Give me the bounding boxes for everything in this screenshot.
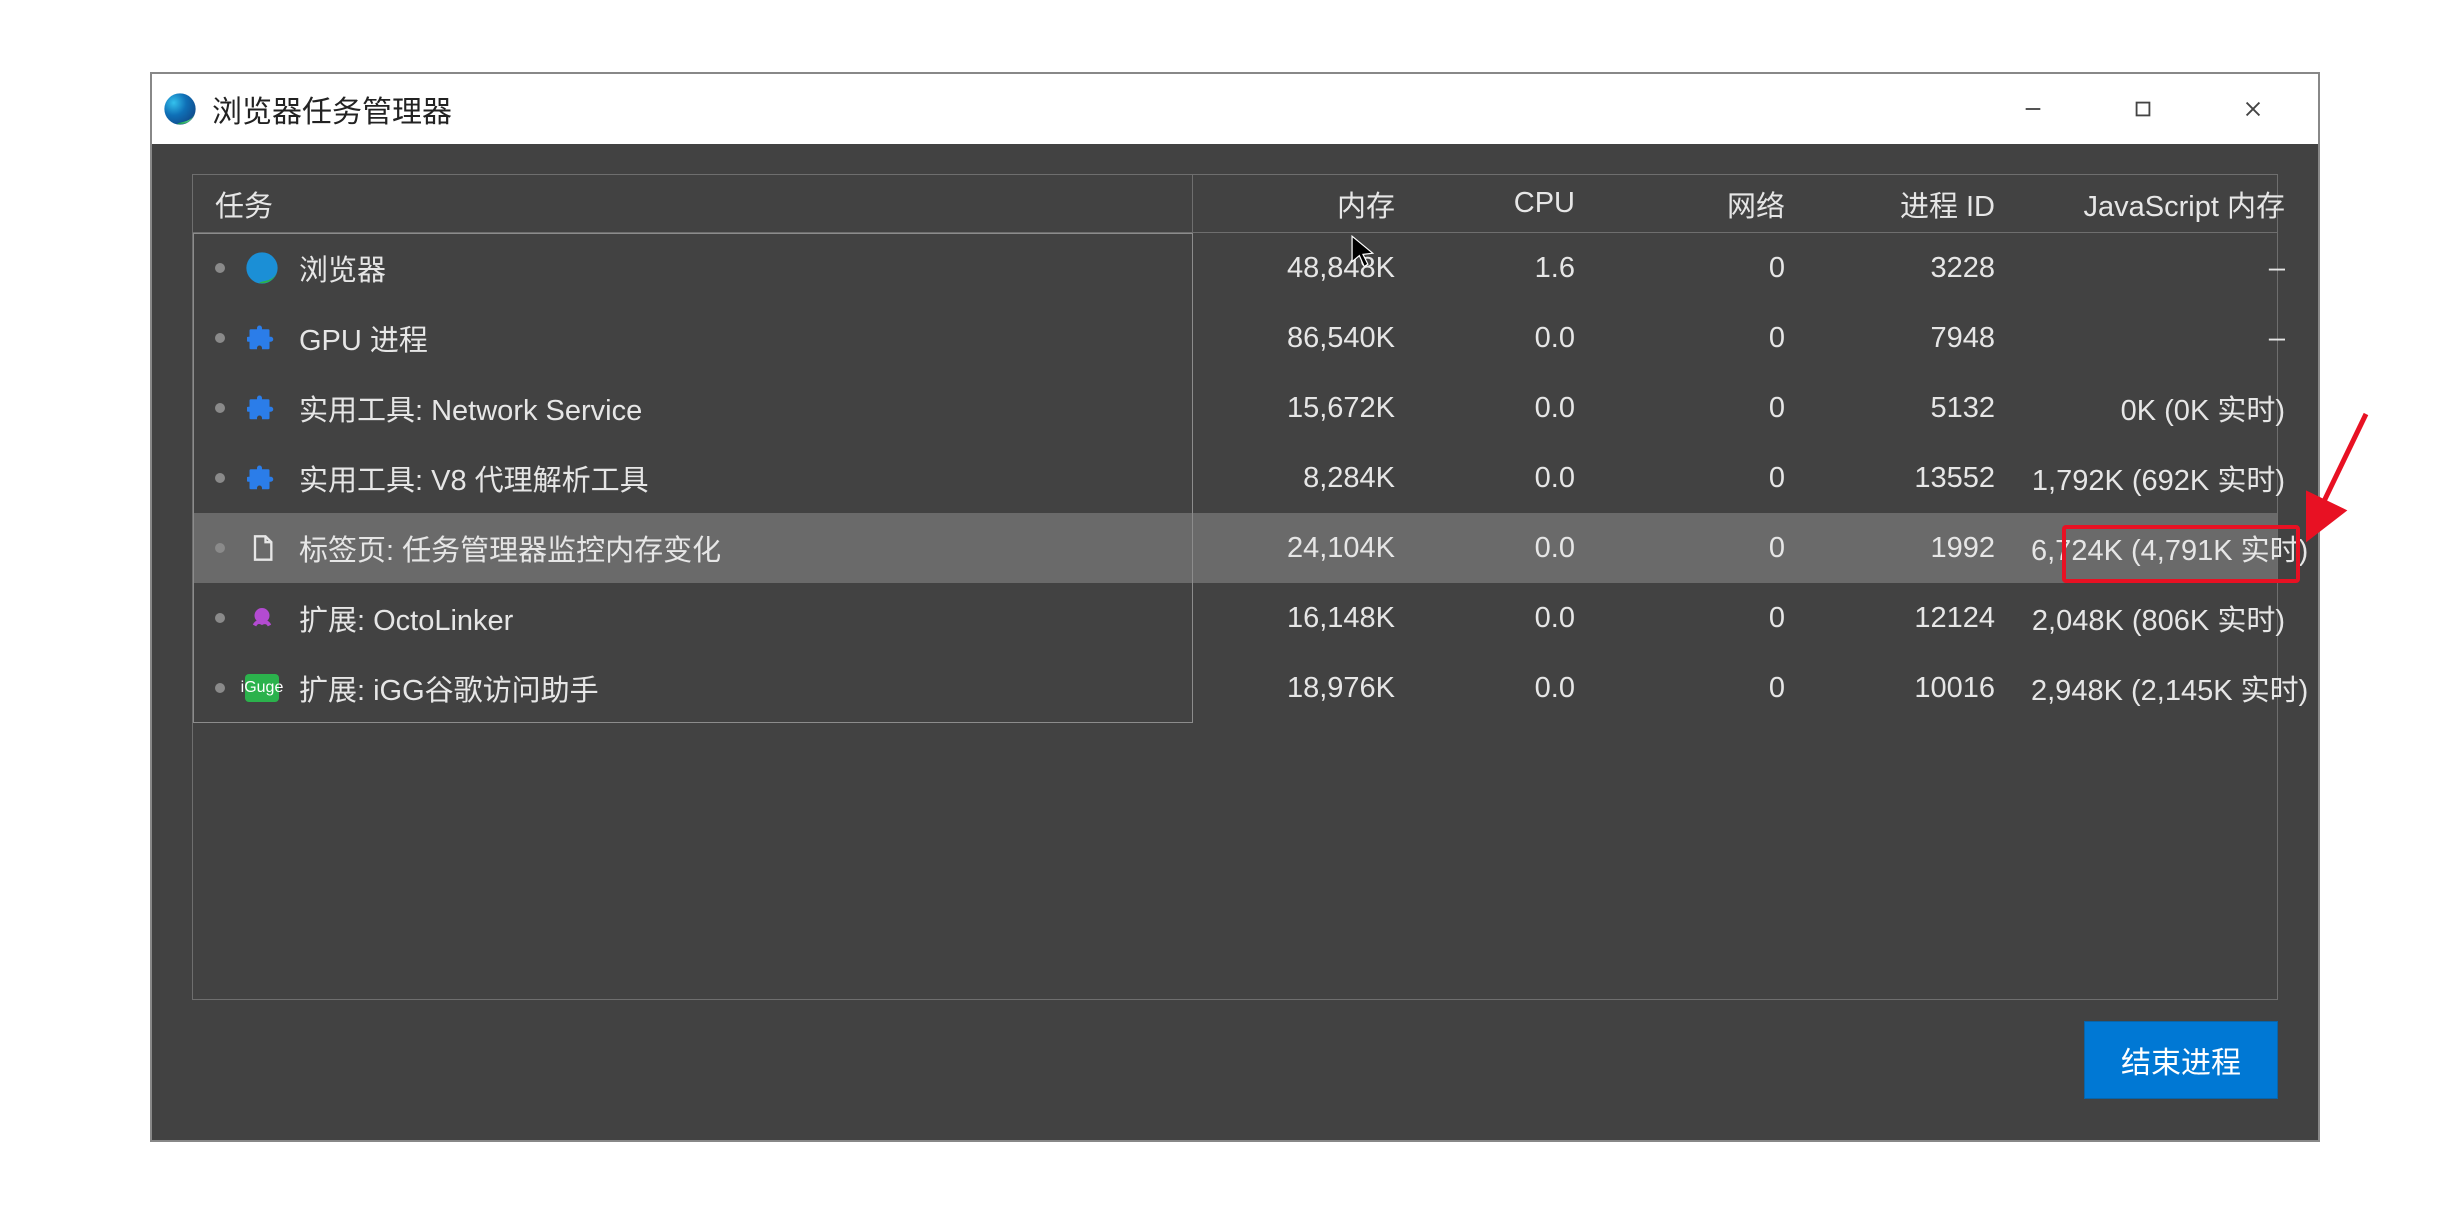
footer: 结束进程 (192, 1020, 2278, 1100)
cell-cpu: 0.0 (1413, 322, 1593, 355)
cell-pid: 3228 (1803, 252, 2013, 285)
cell-memory: 8,284K (1193, 462, 1413, 495)
cell-cpu: 0.0 (1413, 392, 1593, 425)
window-title: 浏览器任务管理器 (212, 87, 452, 131)
end-process-button[interactable]: 结束进程 (2084, 1021, 2278, 1099)
cell-network: 0 (1593, 322, 1803, 355)
row-bullet-icon (215, 543, 225, 553)
row-app-icon (245, 391, 279, 425)
row-app-icon (245, 321, 279, 355)
row-app-icon (245, 601, 279, 635)
col-jsmem[interactable]: JavaScript 内存 (2013, 183, 2303, 225)
cell-memory: 16,148K (1193, 602, 1413, 635)
row-bullet-icon (215, 683, 225, 693)
col-memory[interactable]: 内存 (1193, 183, 1413, 225)
cell-cpu: 0.0 (1413, 602, 1593, 635)
row-bullet-icon (215, 403, 225, 413)
row-label: 浏览器 (299, 247, 386, 289)
col-pid[interactable]: 进程 ID (1803, 183, 2013, 225)
cell-cpu: 0.0 (1413, 672, 1593, 705)
cell-memory: 18,976K (1193, 672, 1413, 705)
edge-icon (162, 91, 198, 127)
cell-jsmem: 1,792K (692K 实时) (2013, 457, 2303, 499)
cell-cpu: 1.6 (1413, 252, 1593, 285)
col-task[interactable]: 任务 (193, 175, 1193, 232)
titlebar: 浏览器任务管理器 (152, 74, 2318, 144)
task-manager-window: 浏览器任务管理器 任务 内存 CPU 网络 (150, 72, 2320, 1142)
table-row[interactable]: 实用工具: V8 代理解析工具8,284K0.00135521,792K (69… (193, 443, 2277, 513)
close-button[interactable] (2198, 74, 2308, 144)
cell-jsmem: 6,724K (4,791K 实时) (2013, 527, 2303, 569)
table-row[interactable]: 标签页: 任务管理器监控内存变化24,104K0.0019926,724K (4… (193, 513, 2277, 583)
table-row[interactable]: 扩展: OctoLinker16,148K0.00121242,048K (80… (193, 583, 2277, 653)
row-label: 标签页: 任务管理器监控内存变化 (299, 527, 721, 569)
cell-jsmem: 2,048K (806K 实时) (2013, 597, 2303, 639)
row-bullet-icon (215, 263, 225, 273)
cell-network: 0 (1593, 252, 1803, 285)
cell-memory: 86,540K (1193, 322, 1413, 355)
cell-pid: 13552 (1803, 462, 2013, 495)
row-label: 实用工具: Network Service (299, 387, 642, 429)
cell-pid: 10016 (1803, 672, 2013, 705)
row-app-icon: iGuge (245, 671, 279, 705)
table-body: 浏览器48,848K1.603228–GPU 进程86,540K0.007948… (193, 233, 2277, 723)
row-label: GPU 进程 (299, 317, 428, 359)
cell-memory: 15,672K (1193, 392, 1413, 425)
cell-jsmem: 0K (0K 实时) (2013, 387, 2303, 429)
row-app-icon (245, 461, 279, 495)
cell-network: 0 (1593, 672, 1803, 705)
row-app-icon (245, 531, 279, 565)
table-row[interactable]: 浏览器48,848K1.603228– (193, 233, 2277, 303)
row-app-icon (245, 251, 279, 285)
table-row[interactable]: 实用工具: Network Service15,672K0.0051320K (… (193, 373, 2277, 443)
cell-cpu: 0.0 (1413, 462, 1593, 495)
cell-pid: 1992 (1803, 532, 2013, 565)
cell-network: 0 (1593, 392, 1803, 425)
cell-cpu: 0.0 (1413, 532, 1593, 565)
cell-pid: 7948 (1803, 322, 2013, 355)
minimize-button[interactable] (1978, 74, 2088, 144)
col-cpu[interactable]: CPU (1413, 187, 1593, 220)
cell-network: 0 (1593, 532, 1803, 565)
col-network[interactable]: 网络 (1593, 183, 1803, 225)
iguge-badge-icon: iGuge (245, 674, 279, 702)
process-table: 任务 内存 CPU 网络 进程 ID JavaScript 内存 浏览器 48,8… (192, 174, 2278, 1000)
table-row[interactable]: GPU 进程86,540K0.007948– (193, 303, 2277, 373)
table-header[interactable]: 任务 内存 CPU 网络 进程 ID JavaScript 内存 (193, 175, 2277, 233)
table-row[interactable]: iGuge扩展: iGG谷歌访问助手18,976K0.00100162,948K… (193, 653, 2277, 723)
cell-network: 0 (1593, 602, 1803, 635)
row-bullet-icon (215, 333, 225, 343)
row-label: 实用工具: V8 代理解析工具 (299, 457, 649, 499)
cell-memory: 48,848K (1193, 252, 1413, 285)
cell-network: 0 (1593, 462, 1803, 495)
maximize-button[interactable] (2088, 74, 2198, 144)
cell-pid: 12124 (1803, 602, 2013, 635)
cell-memory: 24,104K (1193, 532, 1413, 565)
cell-jsmem: – (2013, 322, 2303, 355)
cell-pid: 5132 (1803, 392, 2013, 425)
client-area: 任务 内存 CPU 网络 进程 ID JavaScript 内存 浏览器 48,8… (152, 144, 2318, 1140)
row-bullet-icon (215, 473, 225, 483)
row-bullet-icon (215, 613, 225, 623)
row-label: 扩展: iGG谷歌访问助手 (299, 667, 599, 709)
row-label: 扩展: OctoLinker (299, 597, 513, 639)
cell-jsmem: – (2013, 252, 2303, 285)
cell-jsmem: 2,948K (2,145K 实时) (2013, 667, 2303, 709)
